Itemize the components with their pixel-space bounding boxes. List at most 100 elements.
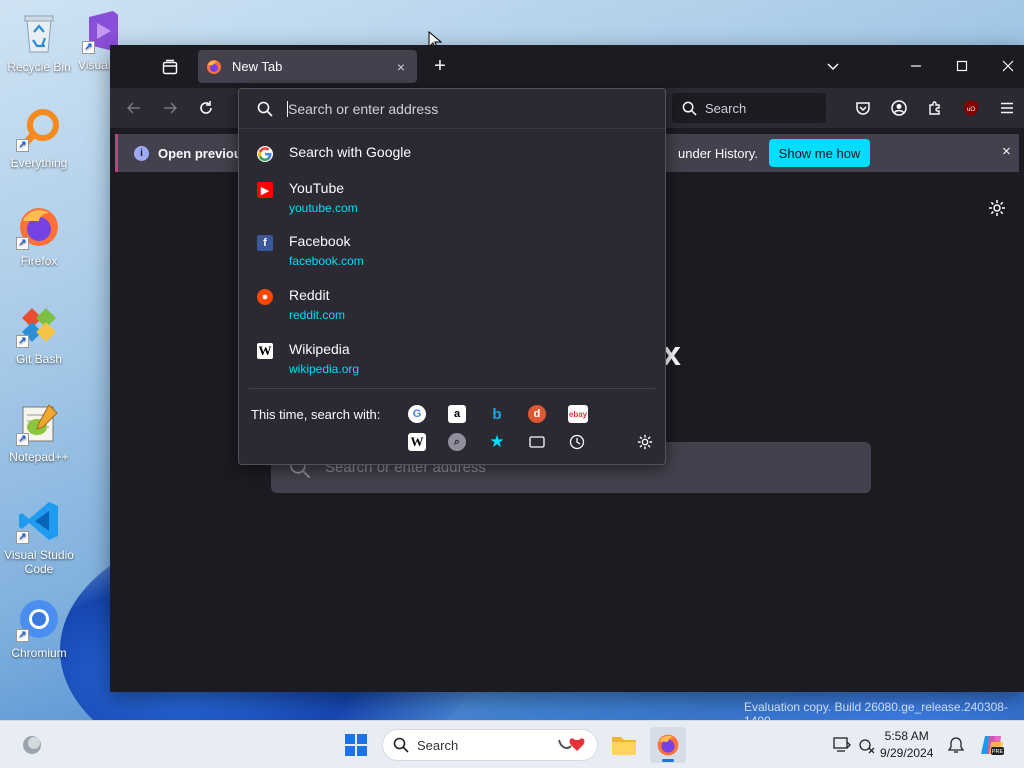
result-title: YouTube — [289, 180, 345, 196]
reddit-icon: ● — [257, 289, 273, 305]
result-title: Wikipedia — [289, 341, 350, 357]
pocket-button[interactable] — [850, 95, 876, 121]
tab-new-tab[interactable]: New Tab × — [198, 50, 417, 83]
urlbar-dropdown: Search or enter address Search with Goog… — [238, 88, 666, 465]
system-clock[interactable]: 5:58 AM 9/29/2024 — [880, 728, 933, 762]
desktop-icon-git-bash[interactable]: ↗ Git Bash — [0, 302, 78, 366]
gear-icon — [989, 200, 1005, 216]
taskbar: Search 5:58 AM 9/29/2024 PRE — [0, 720, 1024, 768]
tab-close-icon[interactable]: × — [393, 59, 409, 75]
result-title: Reddit — [289, 287, 330, 303]
app-menu-button[interactable] — [994, 95, 1020, 121]
ublock-button[interactable]: uO — [958, 95, 984, 121]
facebook-icon: f — [257, 235, 273, 251]
git-bash-icon: ↗ — [16, 302, 62, 348]
google-icon — [257, 146, 273, 162]
search-icon — [682, 101, 697, 116]
result-wikipedia[interactable]: W Wikipedia wikipedia.org — [239, 341, 665, 376]
result-url: facebook.com — [289, 254, 364, 268]
tabs-icon[interactable] — [528, 433, 546, 451]
back-button[interactable] — [120, 95, 148, 121]
hamburger-menu-icon — [1001, 102, 1013, 114]
bing-icon[interactable]: b — [488, 405, 506, 423]
arrow-right-icon — [164, 102, 178, 114]
chromium-icon: ↗ — [16, 596, 62, 642]
info-icon: i — [134, 146, 149, 161]
gear-icon — [637, 434, 653, 450]
search-settings-button[interactable] — [636, 433, 654, 451]
taskbar-search-placeholder: Search — [417, 737, 459, 753]
toolbar-search-box[interactable]: Search — [672, 93, 826, 123]
taskbar-search-box[interactable]: Search — [382, 729, 598, 761]
desktop-icon-chromium[interactable]: ↗ Chromium — [0, 596, 78, 660]
result-facebook[interactable]: f Facebook facebook.com — [239, 233, 665, 268]
search-icon[interactable]: ⌕ — [448, 433, 466, 451]
notifications-button[interactable] — [938, 727, 974, 763]
minimize-button[interactable] — [901, 53, 931, 79]
notification-close-icon[interactable]: × — [1002, 143, 1011, 160]
wikipedia-icon[interactable]: W — [408, 433, 426, 451]
everything-icon: ↗ — [16, 106, 62, 152]
desktop-icon-firefox[interactable]: ↗ Firefox — [0, 204, 78, 268]
ebay-icon[interactable]: ebay — [568, 405, 588, 423]
firefox-taskbar-button[interactable] — [650, 727, 686, 763]
forward-button[interactable] — [156, 95, 184, 121]
close-window-button[interactable] — [993, 53, 1023, 79]
list-all-tabs-button[interactable] — [818, 53, 848, 79]
folder-icon — [612, 737, 636, 755]
desktop-icon-recycle-bin[interactable]: Recycle Bin — [0, 10, 78, 74]
minimize-icon — [911, 65, 921, 67]
history-icon[interactable] — [568, 433, 586, 451]
new-tab-button[interactable]: + — [428, 53, 452, 79]
clock-time: 5:58 AM — [884, 729, 929, 743]
clock-date: 9/29/2024 — [880, 746, 934, 760]
copilot-icon: PRE — [981, 736, 1004, 755]
desktop-icon-label: Everything — [10, 156, 68, 170]
desktop-icon-label: Git Bash — [15, 352, 63, 366]
urlbar-placeholder: Search or enter address — [288, 100, 439, 117]
desktop-icon-vscode[interactable]: ↗ Visual Studio Code — [0, 498, 78, 576]
pocket-icon — [856, 102, 870, 115]
tab-bar: New Tab × + — [110, 45, 1024, 88]
urlbar-input[interactable]: Search or enter address — [239, 89, 665, 129]
result-youtube[interactable]: ▶ YouTube youtube.com — [239, 180, 665, 215]
running-indicator — [662, 759, 674, 762]
result-url: youtube.com — [289, 201, 358, 215]
google-icon[interactable]: G — [408, 405, 426, 423]
result-url: wikipedia.org — [289, 362, 360, 376]
result-search-with-google[interactable]: Search with Google — [239, 144, 665, 162]
firefox-tab-icon — [207, 59, 221, 74]
account-button[interactable] — [886, 95, 912, 121]
amazon-icon[interactable]: a — [448, 405, 466, 423]
desktop-icon-label: Visual Studio Code — [4, 548, 74, 576]
chevron-down-icon — [827, 63, 839, 71]
personalize-new-tab-button[interactable] — [988, 199, 1006, 220]
desktop-icon-label: Firefox — [20, 254, 58, 268]
desktop-icon-notepadpp[interactable]: ↗ Notepad++ — [0, 400, 78, 464]
result-title: Search with Google — [289, 144, 412, 160]
vscode-icon: ↗ — [16, 498, 62, 544]
copilot-button[interactable]: PRE — [974, 727, 1010, 763]
svg-text:PRE: PRE — [992, 749, 1004, 755]
maximize-button[interactable] — [947, 53, 977, 79]
account-icon — [891, 100, 907, 116]
notepadpp-icon: ↗ — [16, 400, 62, 446]
file-explorer-button[interactable] — [606, 727, 642, 763]
widgets-button[interactable] — [14, 727, 50, 763]
tab-title: New Tab — [232, 59, 283, 74]
result-title: Facebook — [289, 233, 351, 249]
network-tray-button[interactable] — [848, 727, 884, 763]
result-reddit[interactable]: ● Reddit reddit.com — [239, 287, 665, 322]
desktop-icon-everything[interactable]: ↗ Everything — [0, 106, 78, 170]
search-icon — [393, 737, 409, 753]
search-icon — [257, 101, 273, 117]
start-button[interactable] — [338, 727, 374, 763]
show-me-how-button[interactable]: Show me how — [769, 139, 870, 167]
firefox-view-button[interactable] — [156, 55, 184, 79]
duckduckgo-icon[interactable]: d — [528, 405, 546, 423]
extensions-button[interactable] — [922, 95, 948, 121]
result-url: reddit.com — [289, 308, 346, 322]
reload-button[interactable] — [192, 95, 220, 121]
bookmarks-icon[interactable]: ★ — [488, 432, 506, 451]
svg-text:uO: uO — [967, 107, 975, 113]
